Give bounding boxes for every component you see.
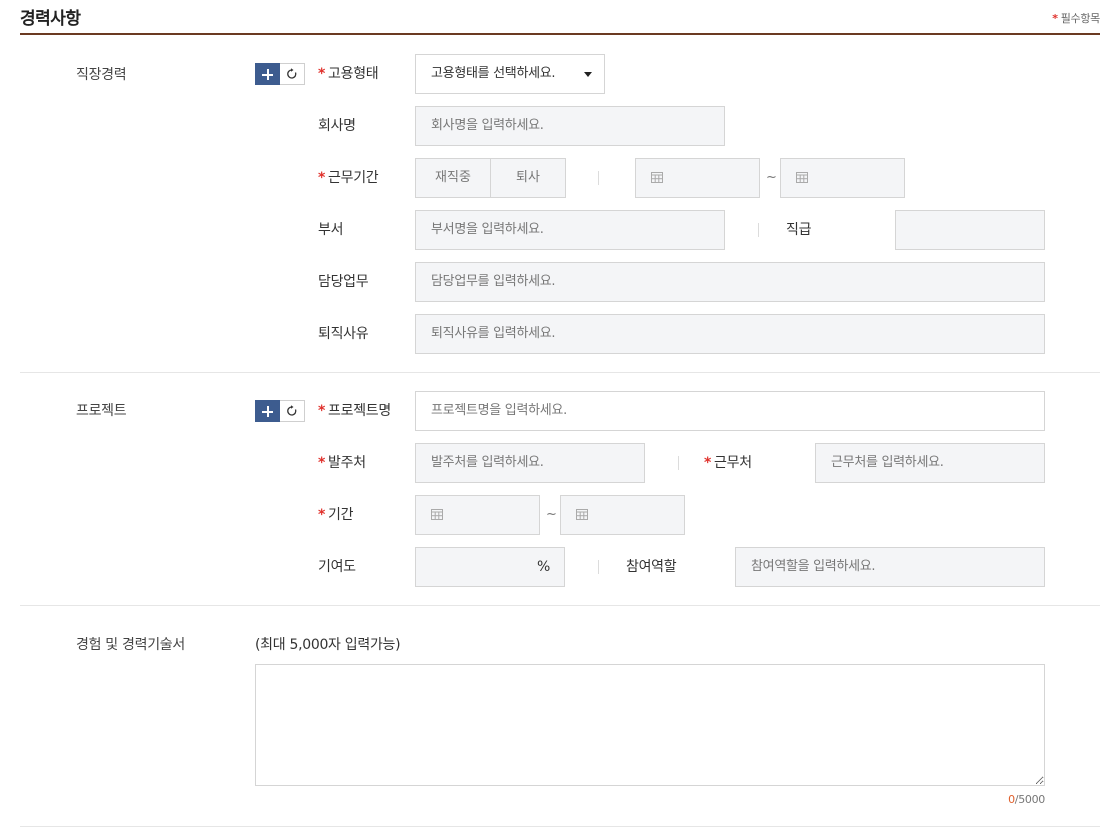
required-mark: * [704,455,712,471]
status-resigned-option[interactable]: 퇴사 [490,159,565,197]
project-name-label-text: 프로젝트명 [328,403,391,419]
project-start-date-input[interactable] [415,495,540,535]
client-label: * 발주처 [318,443,366,483]
divider [758,223,759,237]
calendar-icon [576,509,588,520]
project-period-label-text: 기간 [328,507,354,523]
section-divider [20,826,1100,827]
statement-textarea[interactable] [255,664,1045,786]
role-label: 참여역할 [626,559,677,575]
character-counter: 0/5000 [1008,793,1045,806]
resign-reason-label: 퇴직사유 [318,326,369,342]
section-divider [20,605,1100,606]
required-mark: * [318,403,326,419]
statement-group-label: 경험 및 경력기술서 [76,637,185,653]
required-mark: * [318,170,326,186]
role-input[interactable]: 참여역할을 입력하세요. [735,547,1045,587]
required-mark: * [318,66,326,82]
work-start-date-input[interactable] [635,158,760,198]
project-name-label: * 프로젝트명 [318,391,391,431]
company-input[interactable]: 회사명을 입력하세요. [415,106,725,146]
required-note-text: 필수항목 [1060,12,1101,25]
resign-reason-input[interactable]: 퇴직사유를 입력하세요. [415,314,1045,354]
work-reset-button[interactable] [280,63,305,85]
required-note: * 필수항목 [1052,10,1100,26]
position-label: 직급 [786,222,812,238]
divider [598,171,599,185]
workplace-label: * 근무처 [704,443,752,483]
department-input[interactable]: 부서명을 입력하세요. [415,210,725,250]
divider [678,456,679,470]
work-button-group [255,63,305,85]
percent-unit: % [536,559,550,575]
statement-hint: (최대 5,000자 입력가능) [255,637,401,653]
project-add-button[interactable] [255,400,280,422]
divider [598,560,599,574]
section-divider [20,372,1100,373]
counter-current: 0 [1008,793,1015,806]
work-period-label: * 근무기간 [318,158,379,198]
required-mark: * [318,455,326,471]
refresh-icon [287,68,297,79]
section-title: 경력사항 [20,9,81,29]
refresh-icon [287,405,297,416]
department-label: 부서 [318,222,344,238]
project-name-input[interactable]: 프로젝트명을 입력하세요. [415,391,1045,431]
work-add-button[interactable] [255,63,280,85]
project-group-label: 프로젝트 [76,403,127,419]
duties-label: 담당업무 [318,274,369,290]
employment-type-value: 고용형태를 선택하세요. [431,66,556,81]
employment-type-select[interactable]: 고용형태를 선택하세요. [415,54,605,94]
project-reset-button[interactable] [280,400,305,422]
counter-max: /5000 [1014,793,1046,806]
work-end-date-input[interactable] [780,158,905,198]
client-input[interactable]: 발주처를 입력하세요. [415,443,645,483]
project-end-date-input[interactable] [560,495,685,535]
caret-down-icon [584,72,592,77]
employment-status-toggle: 재직중 퇴사 [415,158,566,198]
work-group-label: 직장경력 [76,67,127,83]
calendar-icon [431,509,443,520]
client-label-text: 발주처 [328,455,366,471]
workplace-input[interactable]: 근무처를 입력하세요. [815,443,1045,483]
employment-type-label: * 고용형태 [318,54,379,94]
workplace-label-text: 근무처 [714,455,752,471]
contribution-label: 기여도 [318,559,356,575]
work-period-label-text: 근무기간 [328,170,379,186]
status-employed-option[interactable]: 재직중 [416,159,490,197]
project-period-label: * 기간 [318,495,354,535]
calendar-icon [796,172,808,183]
project-button-group [255,400,305,422]
header-divider [20,33,1100,35]
position-input[interactable] [895,210,1045,250]
required-mark: * [1052,12,1058,25]
calendar-icon [651,172,663,183]
contribution-input[interactable]: % [415,547,565,587]
employment-type-label-text: 고용형태 [328,66,379,82]
required-mark: * [318,507,326,523]
duties-input[interactable]: 담당업무를 입력하세요. [415,262,1045,302]
company-label: 회사명 [318,118,356,134]
date-range-separator: ~ [766,170,777,185]
date-range-separator: ~ [546,507,557,522]
